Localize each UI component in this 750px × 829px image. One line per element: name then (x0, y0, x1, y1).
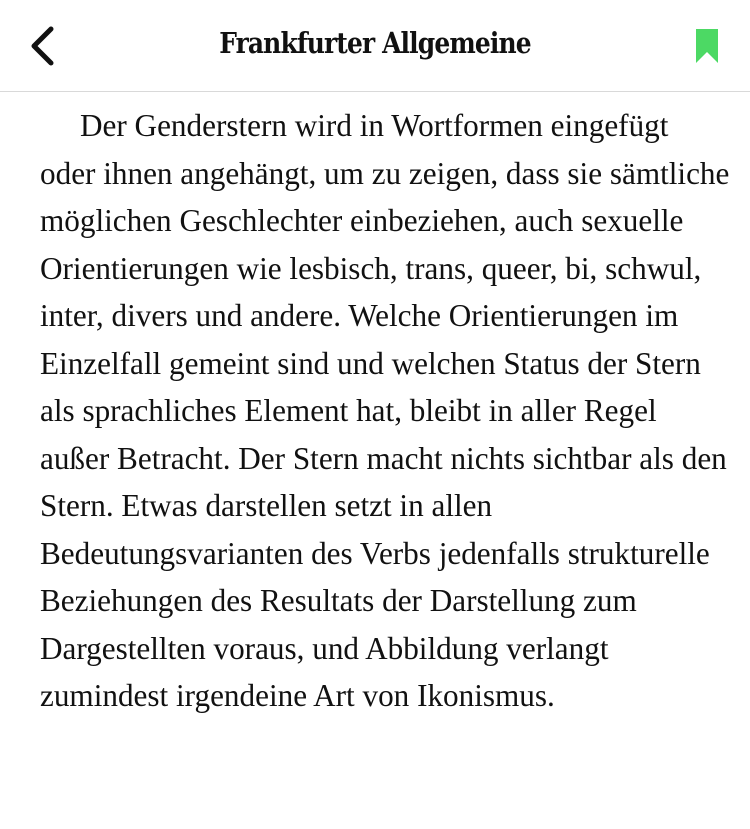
article-paragraph: Der Genderstern wird in Wortformen einge… (40, 108, 730, 713)
bookmark-button[interactable] (688, 24, 726, 68)
reader-screen: Frankfurter Allgemeine Der Genderstern w… (0, 0, 750, 829)
publication-masthead: Frankfurter Allgemeine (219, 26, 531, 60)
navigation-bar: Frankfurter Allgemeine (0, 0, 750, 92)
bookmark-icon (696, 29, 718, 63)
